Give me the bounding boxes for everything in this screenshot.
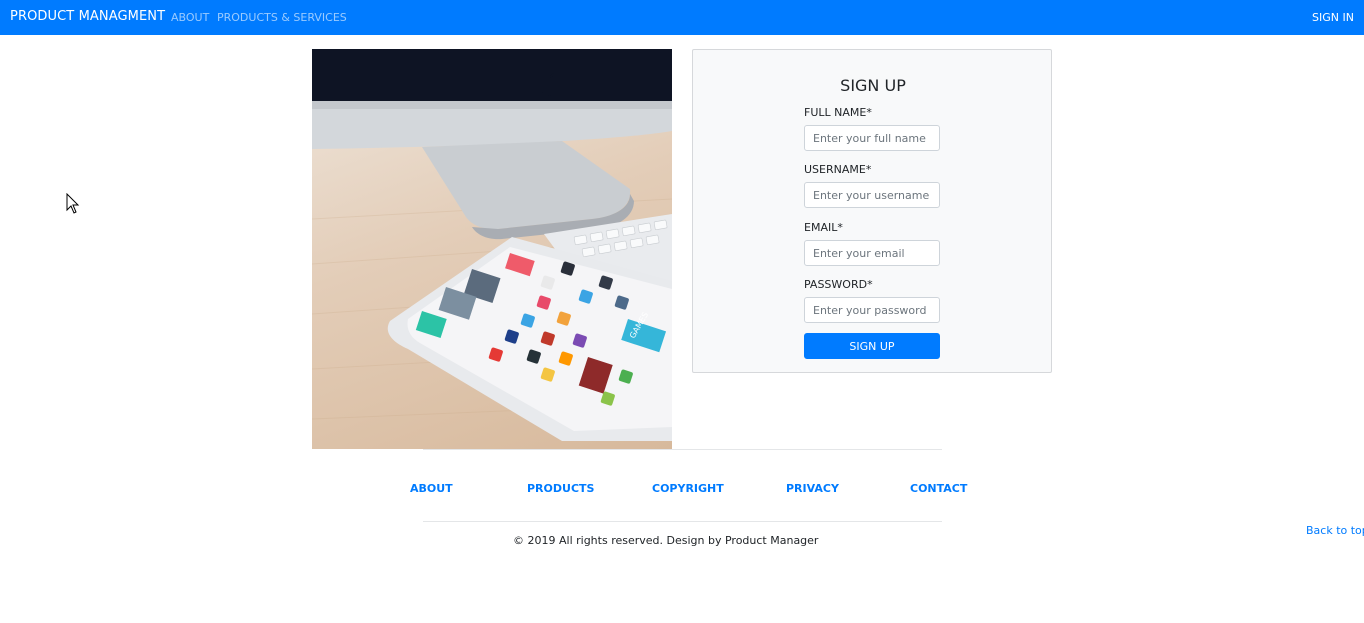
signup-card: SIGN UP FULL NAME* USERNAME* EMAIL* PASS…: [692, 49, 1052, 373]
hero-illustration: GAMES: [312, 49, 672, 441]
footer-divider-bottom: [423, 521, 942, 522]
password-label: PASSWORD*: [804, 278, 873, 291]
email-input[interactable]: [804, 240, 940, 266]
username-label: USERNAME*: [804, 163, 872, 176]
full-name-label: FULL NAME*: [804, 106, 872, 119]
sign-up-button[interactable]: SIGN UP: [804, 333, 940, 359]
hero-image: GAMES: [312, 49, 672, 449]
footer-link-copyright[interactable]: COPYRIGHT: [652, 482, 724, 495]
nav-link-about[interactable]: ABOUT: [171, 11, 209, 24]
email-label: EMAIL*: [804, 221, 843, 234]
footer-link-contact[interactable]: CONTACT: [910, 482, 967, 495]
sign-in-link[interactable]: SIGN IN: [1312, 11, 1354, 24]
footer-link-about[interactable]: ABOUT: [410, 482, 453, 495]
nav-link-products-services[interactable]: PRODUCTS & SERVICES: [217, 11, 347, 24]
copyright-text: © 2019 All rights reserved. Design by Pr…: [513, 534, 819, 547]
footer-link-products[interactable]: PRODUCTS: [527, 482, 594, 495]
footer-divider-top: [423, 449, 942, 450]
footer-link-privacy[interactable]: PRIVACY: [786, 482, 839, 495]
brand-link[interactable]: PRODUCT MANAGMENT: [10, 9, 165, 24]
full-name-input[interactable]: [804, 125, 940, 151]
mouse-cursor-icon: [66, 192, 80, 219]
signup-title: SIGN UP: [840, 76, 906, 95]
back-to-top-link[interactable]: Back to top: [1306, 524, 1364, 537]
top-navbar: PRODUCT MANAGMENT ABOUT PRODUCTS & SERVI…: [0, 0, 1364, 35]
username-input[interactable]: [804, 182, 940, 208]
password-input[interactable]: [804, 297, 940, 323]
